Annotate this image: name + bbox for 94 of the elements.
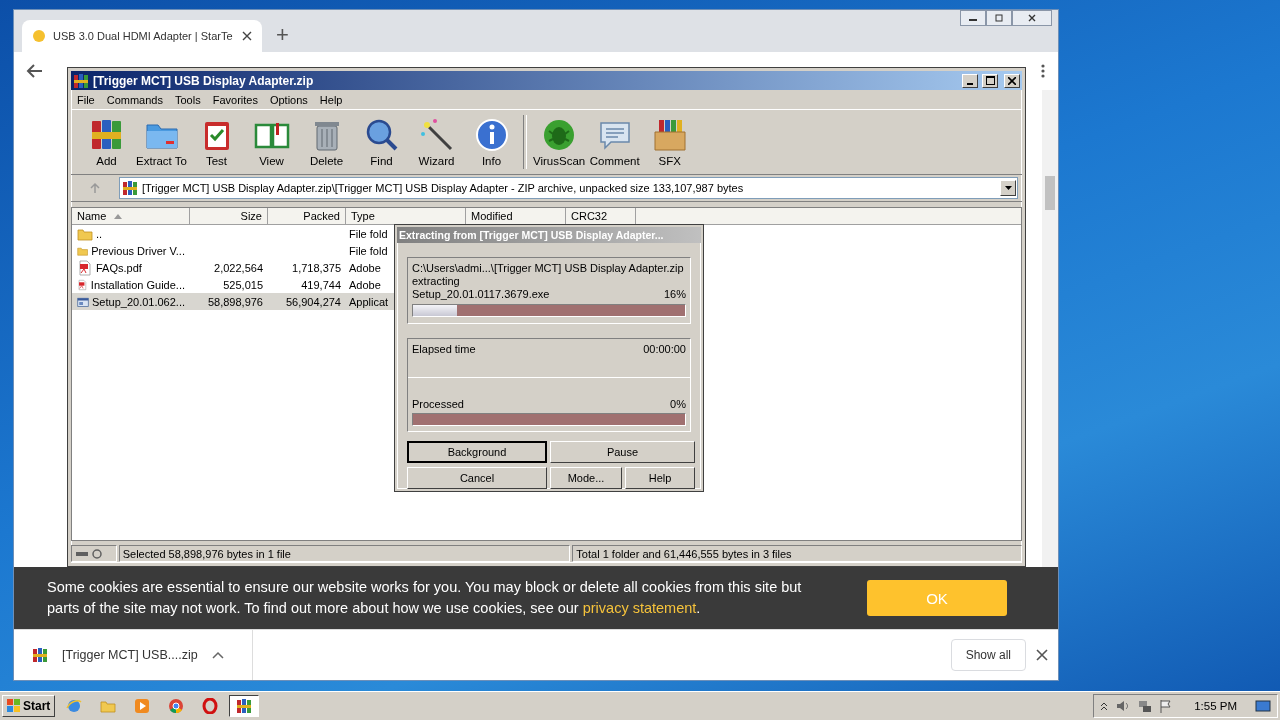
elapsed-label: Elapsed time xyxy=(412,343,476,355)
menu-item[interactable]: Help xyxy=(313,93,349,106)
file-type: Applicat xyxy=(349,295,389,308)
file-name: Previous Driver V... xyxy=(91,244,185,257)
toolbar-button[interactable]: View xyxy=(244,115,299,169)
download-item[interactable]: [Trigger MCT] USB....zip xyxy=(32,630,253,680)
books-icon xyxy=(73,72,89,89)
chevron-up-icon xyxy=(211,651,224,659)
close-icon xyxy=(1027,14,1037,22)
toolbar-button[interactable]: VirusScan xyxy=(531,115,588,169)
start-button[interactable]: Start xyxy=(2,695,56,717)
show-desktop-icon[interactable] xyxy=(1255,699,1271,713)
path-field[interactable]: [Trigger MCT] USB Display Adapter.zip\[Trigger MCT] USB Display Adapter - ZIP archive, unpacked size 133,107,987 bytes xyxy=(119,177,1018,199)
folder-icon xyxy=(100,698,117,714)
toolbar-button[interactable]: Delete xyxy=(299,115,354,169)
back-arrow-icon[interactable] xyxy=(26,62,44,80)
file-size: 2,022,564 xyxy=(214,261,263,274)
books-icon xyxy=(32,647,48,663)
toolbar-button[interactable]: Add xyxy=(79,115,134,169)
restore-icon xyxy=(994,14,1004,22)
toolbar-button[interactable]: SFX xyxy=(642,115,698,169)
toolbar-button[interactable]: Comment xyxy=(587,115,643,169)
elapsed-time: 00:00:00 xyxy=(643,343,686,355)
up-arrow-icon xyxy=(89,182,101,194)
show-all-button[interactable]: Show all xyxy=(950,639,1026,671)
menu-item[interactable]: Tools xyxy=(169,93,207,106)
close-icon[interactable] xyxy=(1036,649,1048,661)
menu-item[interactable]: Favorites xyxy=(206,93,264,106)
file-size: 525,015 xyxy=(223,278,263,291)
books-icon xyxy=(122,180,138,196)
file-type: File fold xyxy=(349,227,388,240)
flag-icon[interactable] xyxy=(1160,699,1173,713)
clock: 1:55 PM xyxy=(1194,700,1237,712)
sort-arrow-icon xyxy=(114,213,123,219)
file-size: 58,898,976 xyxy=(207,295,263,308)
file-name: FAQs.pdf xyxy=(96,261,142,274)
file-type: Adobe xyxy=(349,278,381,291)
dialog-button[interactable]: Help xyxy=(625,467,695,489)
file-name: .. xyxy=(96,227,103,240)
network-icon[interactable] xyxy=(1138,699,1153,713)
percent-label: 16% xyxy=(663,288,686,300)
percent-label: 0% xyxy=(670,398,686,410)
maximize-button[interactable] xyxy=(982,73,998,88)
books-icon xyxy=(236,698,253,714)
ring-icon xyxy=(202,698,219,714)
dialog-button[interactable]: Mode... xyxy=(550,467,622,489)
packed-size: 1,718,375 xyxy=(292,261,341,274)
dialog-button[interactable]: Pause xyxy=(550,441,695,463)
caret-down-icon xyxy=(1004,186,1012,190)
cookie-notice-text: Some cookies are essential to ensure our website works for you. You may block or delete all cookies from this site but parts of the site may not work. To find out more about how we use cookies, see our privacy statement. xyxy=(47,578,803,618)
toolbar-button[interactable]: Find xyxy=(354,115,409,169)
browser-tab[interactable]: USB 3.0 Dual HDMI Adapter | StarTe xyxy=(22,20,262,52)
box-icon xyxy=(651,117,688,153)
dialog-title: Extracting from [Trigger MCT] USB Display Adapter... xyxy=(399,229,665,241)
media-player-icon xyxy=(134,698,151,714)
file-type: File fold xyxy=(349,244,388,257)
menu-item[interactable]: Options xyxy=(263,93,314,106)
status-text: Total 1 folder and 61,446,555 bytes in 3 files xyxy=(572,545,1022,562)
close-icon xyxy=(1008,76,1016,85)
info-icon xyxy=(473,117,510,153)
toolbar-button[interactable]: Test xyxy=(189,115,244,169)
maximize-icon xyxy=(985,76,995,85)
window-title: [Trigger MCT] USB Display Adapter.zip xyxy=(93,73,315,88)
toolbar-button[interactable]: Info xyxy=(464,115,519,169)
dialog-button[interactable]: Background xyxy=(407,441,547,463)
packed-size: 56,904,274 xyxy=(285,295,341,308)
speaker-icon[interactable] xyxy=(1116,699,1131,713)
toolbar-button[interactable]: Extract To xyxy=(134,115,189,169)
file-type: Adobe xyxy=(349,261,381,274)
archive-path: C:\Users\admi...\[Trigger MCT] USB Display Adapter.zip xyxy=(412,262,685,274)
file-name: Installation Guide... xyxy=(90,278,185,291)
dropdown-button[interactable] xyxy=(1000,180,1016,196)
browser-icon xyxy=(66,698,83,714)
dialog-button[interactable]: Cancel xyxy=(407,467,547,489)
toolbar-button[interactable]: Wizard xyxy=(409,115,464,169)
drive-icon xyxy=(75,548,105,559)
minimize-icon xyxy=(967,82,973,85)
wand-icon xyxy=(418,117,455,153)
taskbar-app-button[interactable] xyxy=(229,695,260,717)
minimize-button[interactable] xyxy=(960,10,986,26)
chrome-like-icon xyxy=(168,698,185,714)
packed-size: 419,744 xyxy=(301,278,341,291)
close-icon xyxy=(242,31,252,41)
menu-icon[interactable] xyxy=(1040,63,1046,79)
windows-logo-icon xyxy=(7,699,21,713)
status-text: Selected 58,898,976 bytes in 1 file xyxy=(118,545,571,562)
menu-item[interactable]: File xyxy=(71,93,101,106)
file-name: Setup_20.01.062... xyxy=(92,295,185,308)
chevron-up-icon[interactable] xyxy=(1100,701,1109,711)
menu-item[interactable]: Commands xyxy=(100,93,169,106)
processed-label: Processed xyxy=(412,398,464,410)
favicon-icon xyxy=(32,29,46,43)
new-tab-button[interactable]: + xyxy=(276,22,289,48)
action-label: extracting xyxy=(412,275,461,287)
